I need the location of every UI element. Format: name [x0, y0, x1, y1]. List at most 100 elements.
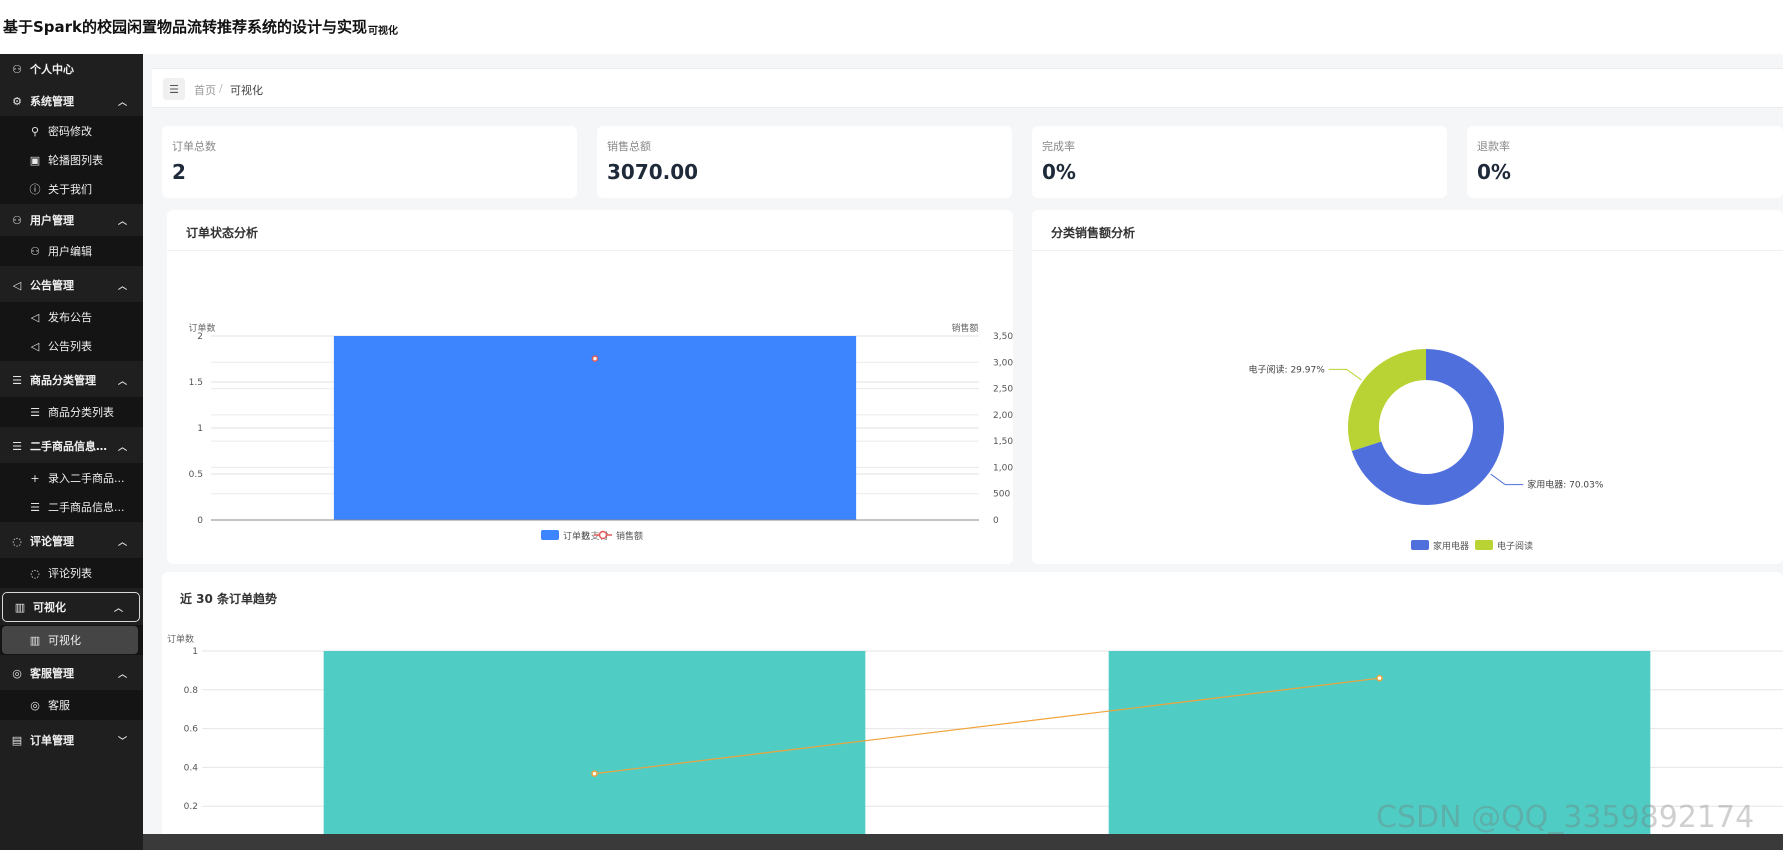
sidebar-item[interactable]: ☰ 二手商品信息管... ︿	[0, 431, 143, 461]
point-sales	[591, 355, 599, 362]
y-tick-label-right: 2,500	[993, 385, 1013, 395]
list-icon: ☰	[12, 373, 22, 387]
sidebar-item-label: 用户管理	[30, 214, 74, 227]
order-status-panel: 订单状态分析 订单数销售额05001,0001,5002,0002,5003,0…	[167, 210, 1013, 564]
sidebar-item[interactable]: + 录入二手商品...	[0, 463, 143, 493]
sidebar-item-label: 商品分类列表	[48, 406, 114, 419]
sidebar-item-label: 公告管理	[30, 279, 74, 292]
y-tick-label-left: 1.5	[189, 378, 203, 388]
sidebar-item[interactable]: ◌ 评论管理 ︿	[0, 526, 143, 556]
sidebar-item[interactable]: ⓘ 关于我们	[0, 174, 143, 204]
breadcrumb-separator: /	[219, 82, 223, 95]
chevron-up-icon: ︿	[117, 442, 127, 453]
stat-label: 退款率	[1477, 140, 1510, 153]
comment-icon: ◌	[30, 566, 40, 580]
sidebar-item[interactable]: ◌ 评论列表	[0, 558, 143, 588]
stat-value: 0%	[1042, 160, 1076, 184]
user-icon: ⚇	[12, 62, 22, 76]
headset-icon: ◎	[30, 698, 40, 712]
sidebar-item[interactable]: ▥ 可视化 ︿	[2, 592, 140, 622]
sidebar-item[interactable]: ▤ 订单管理 ﹀	[0, 725, 143, 755]
stat-label: 订单总数	[172, 140, 216, 153]
category-sales-panel: 分类销售额分析 家用电器: 70.03% 电子阅读: 29.97% 家用电器 电子阅读	[1032, 210, 1783, 564]
sidebar-item[interactable]: ▥ 可视化	[0, 625, 143, 655]
users-icon: ⚇	[12, 213, 22, 227]
breadcrumb-home-link[interactable]: 首页	[194, 82, 216, 98]
plus-icon: +	[30, 471, 40, 485]
stat-card-orders: 订单总数 2	[162, 126, 577, 198]
sidebar-item[interactable]: ◁ 公告列表	[0, 331, 143, 361]
y-tick-label: 0.6	[184, 725, 199, 735]
collapse-menu-icon[interactable]: ☰	[163, 78, 185, 100]
sidebar-item[interactable]: ◎ 客服	[0, 690, 143, 720]
list-icon: ☰	[30, 405, 40, 419]
y-tick-label: 1	[192, 647, 198, 657]
legend-label-sales: 销售额	[616, 530, 643, 542]
chevron-up-icon: ︿	[113, 603, 123, 614]
headset-icon: ◎	[12, 666, 22, 680]
legend-label: 电子阅读	[1497, 540, 1533, 552]
chevron-up-icon: ︿	[117, 281, 127, 292]
sidebar-item-label: 可视化	[48, 634, 81, 647]
app-subtitle: 可视化	[368, 26, 398, 37]
legend-marker-sales	[598, 530, 608, 540]
order-icon: ▤	[11, 733, 23, 747]
watermark-text: CSDN @QQ_3359892174	[1376, 800, 1755, 835]
y-tick-label-right: 3,000	[993, 358, 1013, 368]
chevron-down-icon: ﹀	[117, 736, 127, 747]
y-tick-label-left: 0	[197, 516, 203, 526]
y-axis-right-label: 销售额	[951, 322, 978, 334]
megaphone-icon: ◁	[30, 310, 40, 324]
user-icon: ⚇	[30, 244, 40, 258]
sidebar-item[interactable]: ⚇ 个人中心	[0, 54, 143, 84]
sidebar-item[interactable]: ☰ 商品分类管理 ︿	[0, 365, 143, 395]
stat-value: 3070.00	[607, 160, 699, 184]
megaphone-icon: ◁	[12, 278, 22, 292]
y-tick-label-left: 0.5	[189, 470, 203, 480]
sidebar-item[interactable]: ⚇ 用户编辑	[0, 236, 143, 266]
y-tick-label-right: 1,000	[993, 463, 1013, 473]
sidebar-item-label: 个人中心	[30, 63, 74, 76]
y-tick-label-right: 500	[993, 490, 1010, 500]
point-sales	[1376, 674, 1383, 682]
sidebar-item-label: 可视化	[33, 601, 66, 614]
sidebar-item-label: 评论管理	[30, 535, 74, 548]
megaphone-icon: ◁	[30, 339, 40, 353]
sidebar-item-label: 二手商品信息管...	[30, 440, 112, 453]
app-title: 基于Spark的校园闲置物品流转推荐系统的设计与实现	[3, 18, 368, 36]
gear-icon: ⚙	[12, 94, 22, 108]
chevron-up-icon: ︿	[117, 376, 127, 387]
sidebar-menu: ⚇ 个人中心 ⚙ 系统管理 ︿ ⚲ 密码修改 ▣ 轮播图列表 ⓘ 关于我们 ⚇ 用户管理 ︿ ⚇ 用户编辑 ◁ 公…	[0, 54, 143, 850]
stat-value: 2	[172, 160, 186, 184]
sidebar-item[interactable]: ◁ 公告管理 ︿	[0, 270, 143, 300]
sidebar-item-label: 录入二手商品...	[48, 472, 125, 485]
sidebar-item[interactable]: ⚲ 密码修改	[0, 116, 143, 146]
stat-label: 完成率	[1042, 140, 1075, 153]
list-icon: ☰	[30, 500, 40, 514]
sidebar-item[interactable]: ⚙ 系统管理 ︿	[0, 86, 143, 116]
y-tick-label-left: 1	[197, 424, 203, 434]
sidebar-item-label: 公告列表	[48, 340, 92, 353]
bar-orders	[333, 336, 857, 520]
chevron-up-icon: ︿	[117, 669, 127, 680]
stat-card-completion: 完成率 0%	[1032, 126, 1447, 198]
sidebar-item-label: 系统管理	[30, 95, 74, 108]
stat-value: 0%	[1477, 160, 1511, 184]
sidebar-item[interactable]: ☰ 商品分类列表	[0, 397, 143, 427]
y-tick-label: 0.8	[184, 686, 199, 696]
sidebar-item[interactable]: ☰ 二手商品信息...	[0, 492, 143, 522]
order-status-chart: 订单数 销售额 0 500 1,000 1,500 2,000 2,500 3,000 3,500…	[188, 322, 1013, 542]
y-tick-label-right: 2,000	[993, 411, 1013, 421]
sidebar-item[interactable]: ▣ 轮播图列表	[0, 145, 143, 175]
sidebar-item[interactable]: ◎ 客服管理 ︿	[0, 658, 143, 688]
sidebar-item-label: 二手商品信息...	[48, 501, 125, 514]
stat-card-sales: 销售总额 3070.00	[597, 126, 1012, 198]
legend-label: 家用电器	[1433, 540, 1469, 552]
breadcrumb-current: 可视化	[230, 84, 263, 97]
sidebar-item-label: 密码修改	[48, 125, 92, 138]
y-tick-label-left: 2	[197, 332, 203, 342]
chevron-up-icon: ︿	[117, 216, 127, 227]
sidebar-item[interactable]: ◁ 发布公告	[0, 302, 143, 332]
sidebar-item[interactable]: ⚇ 用户管理 ︿	[0, 205, 143, 235]
y-tick-label-right: 1,500	[993, 437, 1013, 447]
